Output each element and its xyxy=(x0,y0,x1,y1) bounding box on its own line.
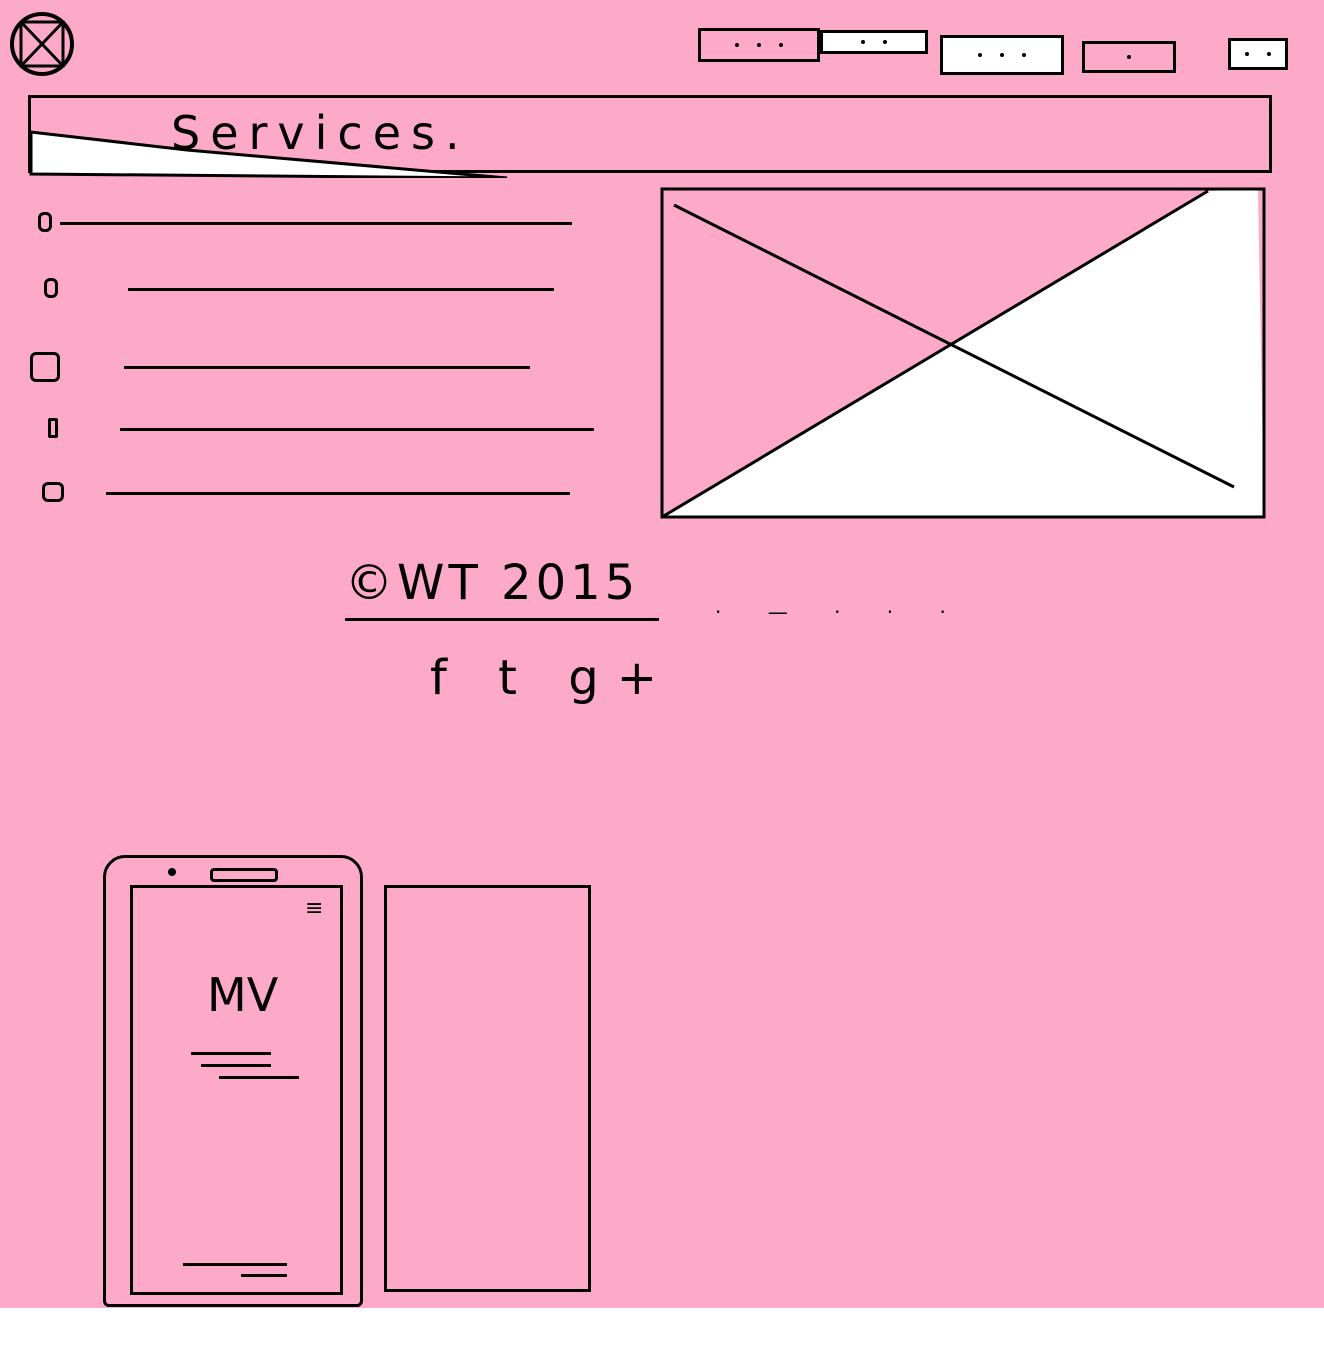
text-line xyxy=(128,288,554,291)
service-item xyxy=(30,274,600,304)
text-line xyxy=(60,222,572,225)
service-item xyxy=(30,478,600,508)
text-line xyxy=(241,1274,287,1277)
text-line xyxy=(120,428,594,431)
service-item xyxy=(30,414,600,444)
text-line xyxy=(106,492,570,495)
nav-item-5[interactable] xyxy=(1228,38,1288,70)
social-links: f t g+ xyxy=(430,650,675,706)
bullet-icon xyxy=(38,212,52,232)
text-line xyxy=(183,1263,287,1266)
copyright-text: ©WT 2015 xyxy=(345,548,660,621)
hamburger-menu-icon[interactable]: ≡ xyxy=(305,898,323,920)
bullet-icon xyxy=(42,482,64,502)
text-line xyxy=(191,1052,271,1055)
phone-screen: ≡ MV xyxy=(130,885,343,1295)
side-panel-placeholder xyxy=(384,885,591,1292)
service-item xyxy=(30,352,600,382)
bullet-icon xyxy=(44,278,58,298)
facebook-icon[interactable]: f xyxy=(430,650,465,706)
text-line xyxy=(219,1076,299,1079)
services-banner: Services. xyxy=(28,95,1272,178)
service-item xyxy=(30,208,600,238)
footer-links[interactable]: · — · · · xyxy=(715,600,966,624)
text-line xyxy=(124,366,530,369)
nav-item-1[interactable] xyxy=(698,28,820,62)
bullet-icon xyxy=(48,418,58,438)
nav-item-3[interactable] xyxy=(940,35,1064,75)
phone-earpiece xyxy=(210,868,278,882)
logo-icon[interactable] xyxy=(9,8,75,80)
image-placeholder-icon xyxy=(658,183,1270,523)
mobile-logo-text: MV xyxy=(207,968,279,1022)
wireframe-canvas: Services. ©WT 2015 · — · · · f t g+ ≡ MV xyxy=(0,0,1324,1308)
twitter-icon[interactable]: t xyxy=(498,650,535,706)
bullet-icon xyxy=(30,352,60,382)
nav-item-2[interactable] xyxy=(820,30,928,54)
banner-title: Services. xyxy=(171,106,470,160)
google-plus-icon[interactable]: g+ xyxy=(568,650,675,706)
text-line xyxy=(201,1064,271,1067)
phone-speaker-icon xyxy=(168,868,176,876)
nav-item-4[interactable] xyxy=(1082,41,1176,73)
